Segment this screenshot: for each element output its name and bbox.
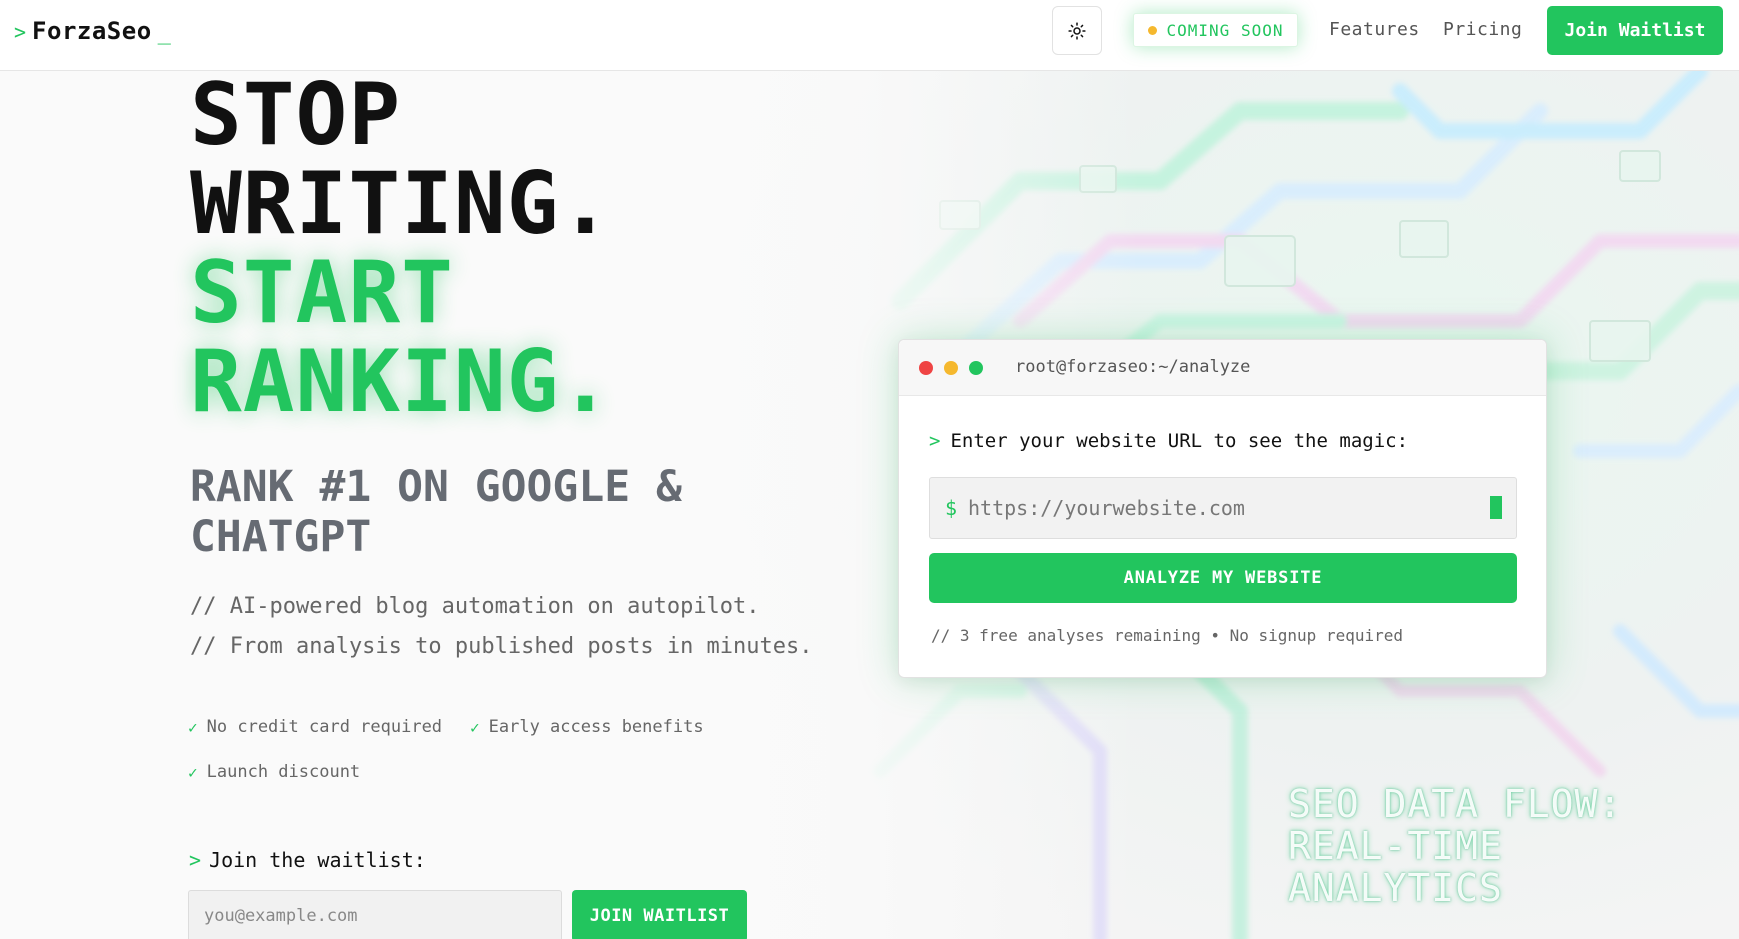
analyze-website-button[interactable]: ANALYZE MY WEBSITE (929, 553, 1517, 603)
benefit-item: ✓ Launch discount (188, 762, 360, 782)
headline-line-2: WRITING. (190, 154, 613, 254)
benefit-label: No credit card required (206, 717, 443, 737)
status-dot-icon (1147, 25, 1157, 35)
logo-text: ForzaSeo (32, 17, 152, 45)
caption-line-2: REAL-TIME ANALYTICS (1288, 824, 1503, 910)
tagline-1: // AI-powered blog automation on autopil… (190, 594, 760, 619)
url-field-box[interactable]: $ (929, 477, 1517, 539)
waitlist-caret: > (189, 848, 202, 872)
sun-icon (1068, 21, 1086, 40)
check-icon: ✓ (188, 717, 198, 737)
headline-line-4: RANKING. (190, 332, 613, 432)
logo-caret: > (14, 20, 27, 44)
check-icon: ✓ (188, 762, 198, 782)
headline-line-3: START (190, 243, 454, 343)
join-waitlist-button[interactable]: JOIN WAITLIST (572, 890, 747, 939)
seo-data-flow-caption: SEO DATA FLOW: REAL-TIME ANALYTICS (1288, 783, 1739, 909)
waitlist-heading: > Join the waitlist: (189, 848, 426, 872)
check-icon: ✓ (470, 717, 480, 737)
waitlist-label-text: Join the waitlist: (209, 848, 426, 872)
free-analyses-note: // 3 free analyses remaining • No signup… (931, 626, 1404, 645)
logo-cursor: _ (157, 20, 171, 45)
email-input[interactable] (188, 890, 562, 939)
close-dot-icon (919, 361, 933, 375)
hero-headline: STOP WRITING. START RANKING. (190, 71, 612, 427)
tagline-2: // From analysis to published posts in m… (190, 634, 813, 659)
nav-features-link[interactable]: Features (1329, 19, 1420, 40)
prompt-text: Enter your website URL to see the magic: (950, 430, 1409, 452)
minimize-dot-icon (944, 361, 958, 375)
maximize-dot-icon (969, 361, 983, 375)
blinking-cursor-icon (1490, 496, 1502, 519)
dollar-prompt-icon: $ (945, 496, 958, 520)
nav-pricing-link[interactable]: Pricing (1443, 19, 1522, 40)
site-header: > ForzaSeo _ COMING SOON Features Pricin… (0, 0, 1739, 71)
url-analyzer-terminal: root@forzaseo:~/analyze > Enter your webs… (898, 339, 1547, 678)
benefit-item: ✓ No credit card required (188, 717, 442, 737)
terminal-prompt: > Enter your website URL to see the magic… (929, 430, 1408, 452)
hero-subheadline: RANK #1 ON GOOGLE & CHATGPT (190, 462, 682, 562)
theme-toggle-button[interactable] (1052, 6, 1102, 55)
prompt-caret: > (929, 430, 941, 452)
website-url-input[interactable] (968, 488, 1468, 528)
benefit-label: Early access benefits (488, 717, 704, 737)
logo[interactable]: > ForzaSeo _ (14, 17, 171, 45)
coming-soon-badge: COMING SOON (1133, 13, 1298, 47)
coming-soon-label: COMING SOON (1166, 20, 1284, 40)
terminal-path: root@forzaseo:~/analyze (1015, 357, 1251, 377)
terminal-title-bar: root@forzaseo:~/analyze (899, 340, 1546, 396)
benefit-label: Launch discount (206, 762, 361, 782)
caption-line-1: SEO DATA FLOW: (1288, 782, 1623, 826)
join-waitlist-header-button[interactable]: Join Waitlist (1547, 6, 1723, 55)
headline-line-1: STOP (190, 65, 402, 165)
benefit-item: ✓ Early access benefits (470, 717, 704, 737)
